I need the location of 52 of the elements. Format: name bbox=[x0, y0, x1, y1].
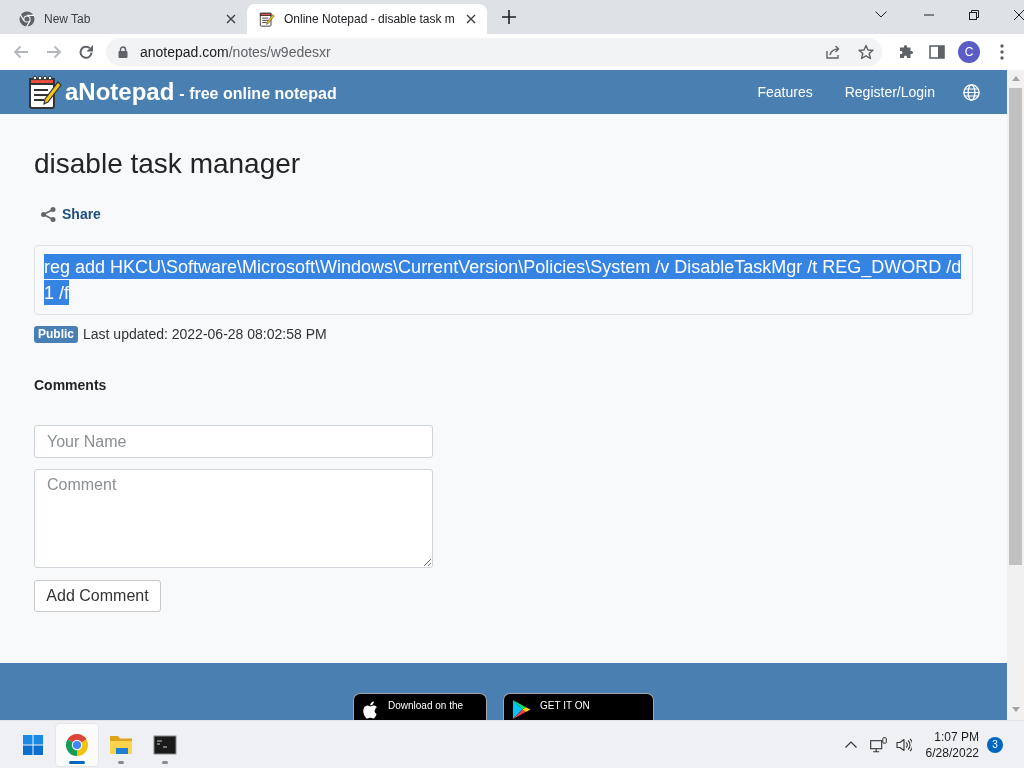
url-text: anotepad.com/notes/w9edesxr bbox=[140, 44, 331, 60]
share-link[interactable]: Share bbox=[40, 204, 101, 224]
note-title: disable task manager bbox=[34, 147, 301, 181]
scrollbar[interactable] bbox=[1007, 70, 1024, 720]
network-monitor-icon[interactable] bbox=[869, 736, 887, 753]
address-bar[interactable]: anotepad.com/notes/w9edesxr bbox=[106, 38, 882, 66]
side-panel-icon[interactable] bbox=[929, 44, 945, 60]
clock[interactable]: 1:07 PM 6/28/2022 bbox=[925, 728, 979, 761]
add-comment-button[interactable]: Add Comment bbox=[34, 580, 161, 612]
speaker-icon[interactable] bbox=[895, 736, 912, 753]
restore-icon[interactable] bbox=[969, 10, 979, 20]
site-tagline: - free online notepad bbox=[179, 84, 337, 103]
nav-link[interactable]: Register/Login bbox=[844, 84, 935, 100]
close-tab-icon[interactable] bbox=[226, 14, 236, 24]
notepad-icon[interactable] bbox=[28, 74, 62, 110]
close-icon[interactable] bbox=[1014, 10, 1024, 20]
globe-icon[interactable] bbox=[963, 83, 980, 101]
running-indicator bbox=[162, 760, 168, 764]
tab-search-chevron-icon[interactable] bbox=[875, 11, 887, 18]
store-badge[interactable]: Download on the bbox=[353, 693, 487, 720]
lock-icon[interactable] bbox=[118, 46, 128, 58]
browser-tab[interactable]: Online Notepad - disable task m bbox=[247, 4, 487, 34]
notification-badge[interactable]: 3 bbox=[987, 736, 1003, 753]
last-updated-text: Last updated: 2022-06-28 08:02:58 PM bbox=[83, 325, 327, 344]
puzzle-piece-icon[interactable] bbox=[898, 44, 914, 60]
menu-dots-icon[interactable] bbox=[1000, 44, 1004, 60]
close-tab-icon[interactable] bbox=[466, 14, 476, 24]
nav-link[interactable]: Features bbox=[757, 84, 813, 100]
new-tab-plus-icon[interactable] bbox=[502, 10, 516, 24]
apple-icon bbox=[362, 700, 379, 720]
notepad-icon bbox=[259, 11, 275, 27]
bookmark-star-icon[interactable] bbox=[858, 44, 874, 60]
running-indicator bbox=[118, 760, 124, 764]
reload-icon[interactable] bbox=[78, 44, 94, 60]
brand-name[interactable]: aNotepad bbox=[65, 78, 175, 106]
browser-logo-icon bbox=[19, 11, 35, 27]
caret-up-icon[interactable] bbox=[844, 741, 857, 748]
browser-logo-icon bbox=[65, 732, 89, 757]
comments-heading: Comments bbox=[34, 376, 107, 395]
store-badge[interactable]: GET IT ON bbox=[503, 693, 654, 720]
share-page-icon[interactable] bbox=[825, 44, 841, 60]
play-triangle-icon bbox=[512, 699, 531, 720]
scrollbar-thumb[interactable] bbox=[1009, 88, 1022, 565]
share-icon bbox=[40, 205, 57, 223]
visibility-badge: Public bbox=[34, 325, 78, 343]
browser-tab[interactable]: New Tab bbox=[7, 4, 247, 34]
running-indicator bbox=[69, 760, 85, 764]
comment-field[interactable]: Comment bbox=[34, 469, 433, 568]
name-field[interactable]: Your Name bbox=[34, 425, 433, 458]
start-icon[interactable] bbox=[23, 734, 43, 755]
terminal-icon bbox=[153, 732, 177, 757]
profile-avatar[interactable]: C bbox=[958, 41, 980, 63]
